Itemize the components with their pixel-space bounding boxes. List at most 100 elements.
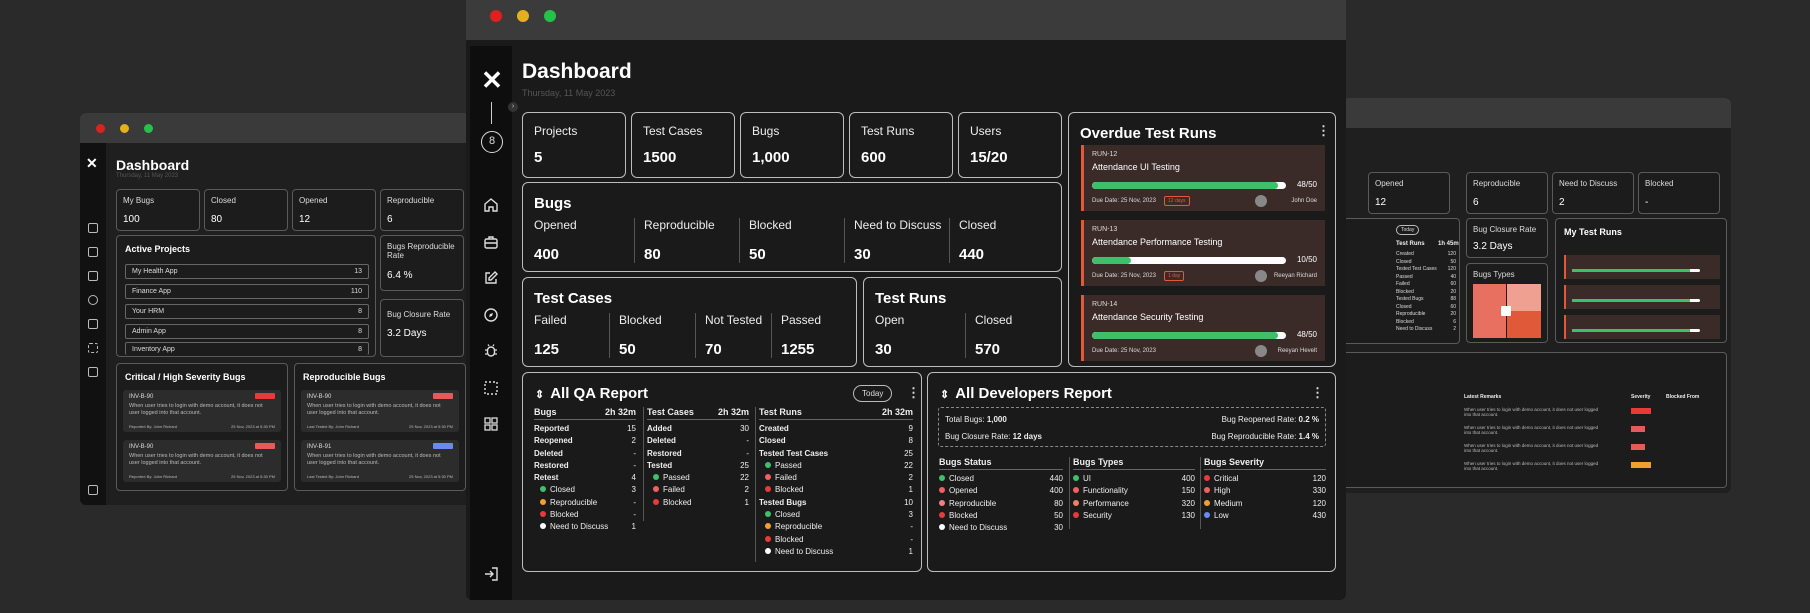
- projects-stat-card[interactable]: Projects 5: [522, 112, 626, 178]
- progress-count: 10/50: [1296, 255, 1317, 264]
- today-filter[interactable]: Today: [1396, 225, 1420, 235]
- row-label: Blocked: [1396, 318, 1414, 325]
- stat-card[interactable]: Blocked -: [1638, 172, 1720, 214]
- stat-card[interactable]: Opened 12: [1368, 172, 1450, 214]
- grid-icon[interactable]: [88, 367, 98, 377]
- status-dot-icon: [939, 499, 945, 506]
- table-row: High 330: [1204, 485, 1326, 497]
- treemap-chart[interactable]: [1473, 284, 1541, 338]
- stat-card[interactable]: Need to Discuss 2: [1552, 172, 1634, 214]
- status-dot-icon: [765, 511, 771, 518]
- run-item[interactable]: [1564, 285, 1720, 309]
- home-icon[interactable]: [88, 223, 98, 233]
- row-label: Tested Test Cases: [759, 448, 829, 458]
- qa-report-title-text: All QA Report: [550, 385, 648, 402]
- column-header: Latest Remarks: [1464, 394, 1502, 400]
- stat-label: Projects: [534, 124, 578, 138]
- stat-card[interactable]: Opened 12: [292, 189, 376, 231]
- logout-icon[interactable]: [88, 485, 98, 495]
- row-value: -: [746, 448, 749, 458]
- briefcase-icon[interactable]: [483, 234, 499, 250]
- home-icon[interactable]: [483, 197, 499, 213]
- status-dot-icon: [653, 486, 659, 493]
- test-cases-stat-card[interactable]: Test Cases 1500: [631, 112, 735, 178]
- sort-icon[interactable]: ⇕: [535, 389, 544, 401]
- project-item[interactable]: Admin App 8: [125, 324, 369, 339]
- header-time: 2h 32m: [881, 407, 913, 417]
- close-dot-icon[interactable]: [96, 124, 105, 133]
- close-dot-icon[interactable]: [490, 10, 502, 22]
- maximize-dot-icon[interactable]: [544, 10, 556, 22]
- today-filter-button[interactable]: Today: [853, 385, 893, 402]
- edit-icon[interactable]: [88, 271, 98, 281]
- tc-failed-value: 125: [534, 341, 560, 358]
- main-window: ✕ › 8 Dashboard Thursday, 11 May 2023 Pr…: [466, 0, 1346, 600]
- stat-card[interactable]: Reproducible 6: [380, 189, 464, 231]
- more-options-icon[interactable]: ⋮: [907, 386, 920, 399]
- briefcase-icon[interactable]: [88, 247, 98, 257]
- bug-id: INV-B-90: [307, 394, 332, 400]
- run-item[interactable]: [1564, 255, 1720, 279]
- critical-bugs-card: Critical / High Severity Bugs INV-B-90 W…: [116, 363, 288, 491]
- project-item[interactable]: My Health App 13: [125, 264, 369, 279]
- minimize-dot-icon[interactable]: [517, 10, 529, 22]
- severity-badge: [255, 393, 275, 399]
- table-row: Reproducible -: [534, 497, 636, 509]
- compass-icon[interactable]: [483, 307, 499, 323]
- more-options-icon[interactable]: ⋮: [1311, 386, 1324, 399]
- project-item[interactable]: Finance App 110: [125, 284, 369, 299]
- project-count: 13: [354, 268, 362, 275]
- remark-text: When user tries to login with demo accou…: [1464, 425, 1599, 435]
- project-item[interactable]: Inventory App 8: [125, 342, 369, 355]
- bug-item[interactable]: INV-B-90 When user tries to login with d…: [301, 390, 459, 432]
- bugs-stat-card[interactable]: Bugs 1,000: [740, 112, 844, 178]
- select-icon[interactable]: [88, 343, 98, 353]
- bug-item[interactable]: INV-B-90 When user tries to login with d…: [123, 440, 281, 482]
- row-label: Reproducible: [939, 498, 996, 510]
- status-dot-icon: [765, 523, 771, 530]
- test-run-item[interactable]: RUN-12 Attendance UI Testing 48/50 Due Date…: [1081, 145, 1325, 211]
- run-name: Attendance Security Testing: [1092, 312, 1204, 322]
- bugs-columns: Opened 400 Reproducible 80 Blocked 50 Need …: [534, 218, 1049, 263]
- row-label: Created: [1396, 251, 1414, 257]
- grid-icon[interactable]: [483, 416, 499, 432]
- edit-icon[interactable]: [483, 270, 499, 286]
- minimize-dot-icon[interactable]: [120, 124, 129, 133]
- bug-icon[interactable]: [88, 319, 98, 329]
- test-run-item[interactable]: RUN-14 Attendance Security Testing 48/50 Du…: [1081, 295, 1325, 361]
- row-value: 430: [1312, 510, 1326, 520]
- run-item[interactable]: [1564, 315, 1720, 339]
- maximize-dot-icon[interactable]: [144, 124, 153, 133]
- select-area-icon[interactable]: [483, 380, 499, 396]
- expand-sidebar-icon[interactable]: ›: [508, 102, 518, 112]
- page-date: Thursday, 11 May 2023: [522, 88, 616, 98]
- logout-icon[interactable]: [483, 566, 499, 582]
- table-row: Blocked 1: [759, 484, 913, 496]
- compass-icon[interactable]: [88, 295, 98, 305]
- table-row: Restored -: [534, 460, 636, 472]
- more-options-icon[interactable]: ⋮: [1317, 124, 1330, 137]
- bug-item[interactable]: INV-B-90 When user tries to login with d…: [123, 390, 281, 432]
- bug-icon[interactable]: [483, 343, 499, 359]
- project-count: 110: [350, 288, 362, 295]
- users-stat-card[interactable]: Users 15/20: [958, 112, 1062, 178]
- table-header: Bugs 2h 32m: [534, 407, 636, 420]
- stat-card[interactable]: Closed 80: [204, 189, 288, 231]
- table-row: Closed 8: [759, 435, 913, 447]
- tc-passed-label: Passed: [781, 313, 822, 327]
- medal-icon[interactable]: 8: [481, 131, 503, 153]
- right-window-titlebar: [1343, 98, 1731, 128]
- stat-card[interactable]: Reproducible 6: [1466, 172, 1548, 214]
- table-row: Blocked -: [534, 509, 636, 521]
- project-item[interactable]: Your HRM 8: [125, 304, 369, 319]
- bug-item[interactable]: INV-B-91 When user tries to login with d…: [301, 440, 459, 482]
- row-value: -: [633, 497, 636, 507]
- test-run-item[interactable]: RUN-13 Attendance Performance Testing 10/5…: [1081, 220, 1325, 286]
- row-label: Closed: [1396, 303, 1412, 310]
- table-header: Bugs Severity: [1204, 457, 1326, 470]
- sort-icon[interactable]: ⇕: [940, 389, 949, 401]
- stat-card[interactable]: My Bugs 100: [116, 189, 200, 231]
- row-value: 80: [1054, 498, 1063, 508]
- test-runs-stat-card[interactable]: Test Runs 600: [849, 112, 953, 178]
- severity-badge: [1631, 444, 1645, 450]
